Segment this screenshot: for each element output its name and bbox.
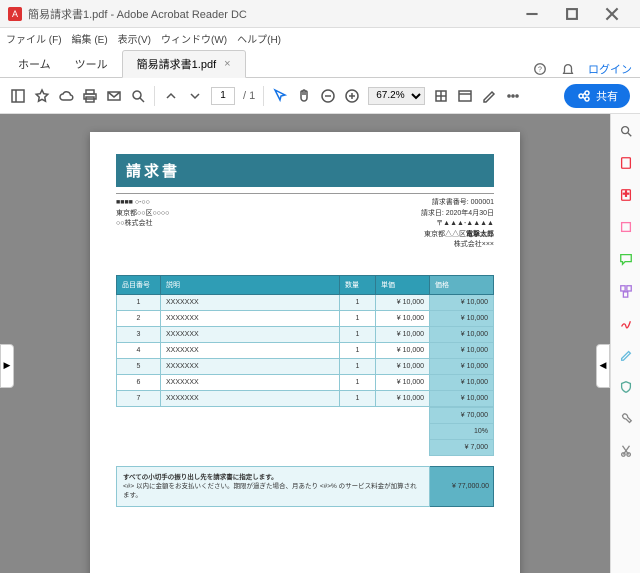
hand-icon[interactable] [296,88,312,104]
doc-note: すべての小切手の振り出し先を請求書に指定します。 <#> 以内に金額をお支払いく… [116,466,494,507]
fit-width-icon[interactable] [433,88,449,104]
panel-expand-left[interactable]: ▶ [0,344,14,388]
note-body: <#> 以内に金額をお支払いください。期限が過ぎた場合、月あたり <#>% のサ… [123,482,423,500]
print-icon[interactable] [82,88,98,104]
read-mode-icon[interactable] [457,88,473,104]
share-button[interactable]: 共有 [564,84,630,108]
menu-edit[interactable]: 編集 (E) [72,31,108,46]
menu-window[interactable]: ウィンドウ(W) [161,31,227,46]
app-icon: A [8,7,22,21]
star-icon[interactable] [34,88,50,104]
to-line: 請求書番号: 000001 [421,198,494,209]
maximize-button[interactable] [552,0,592,28]
zoom-in-icon[interactable] [344,88,360,104]
menu-file[interactable]: ファイル (F) [6,31,62,46]
tab-active-label: 簡易請求書1.pdf [137,56,216,72]
panel-expand-right[interactable]: ◀ [596,344,610,388]
to-line: 請求日: 2020年4月30日 [421,209,494,220]
menu-view[interactable]: 表示(V) [118,31,151,46]
to-line: 〒▲▲▲-▲▲▲▲ [421,219,494,230]
window-title: 簡易請求書1.pdf - Adobe Acrobat Reader DC [28,6,512,22]
pointer-icon[interactable] [272,88,288,104]
share-label: 共有 [596,88,618,104]
table-row: 5XXXXXXX1¥ 10,000¥ 10,000 [117,358,494,374]
menu-help[interactable]: ヘルプ(H) [237,31,281,46]
table-row: 7XXXXXXX1¥ 10,000¥ 10,000 [117,390,494,406]
tab-bar: ホーム ツール 簡易請求書1.pdf × ? ログイン [0,48,640,78]
col-header: 数量 [340,275,376,294]
table-row: 4XXXXXXX1¥ 10,000¥ 10,000 [117,342,494,358]
note-title: すべての小切手の振り出し先を請求書に指定します。 [123,473,423,482]
minimize-button[interactable] [512,0,552,28]
annotate-icon[interactable] [481,88,497,104]
zoom-select[interactable]: 67.2% [368,87,425,105]
search-icon[interactable] [130,88,146,104]
tab-home[interactable]: ホーム [8,51,61,77]
sidebar-icon[interactable] [10,88,26,104]
zoom-out-icon[interactable] [320,88,336,104]
rail-edit-pdf-icon[interactable] [617,218,635,236]
doc-stamp: 電撃太郎 [466,230,494,241]
table-row: 3XXXXXXX1¥ 10,000¥ 10,000 [117,326,494,342]
right-rail [610,114,640,573]
tab-tools[interactable]: ツール [65,51,118,77]
table-row: 2XXXXXXX1¥ 10,000¥ 10,000 [117,310,494,326]
col-header: 単価 [376,275,430,294]
rail-organize-icon[interactable] [617,282,635,300]
bell-icon[interactable] [560,61,576,77]
more-icon[interactable] [505,88,521,104]
tab-active-file[interactable]: 簡易請求書1.pdf × [122,50,246,78]
from-line: 東京都○○区○○○○ [116,209,169,220]
col-header: 説明 [161,275,340,294]
totals-table: ¥ 70,000 10% ¥ 7,000 [116,407,494,456]
login-link[interactable]: ログイン [588,61,632,77]
document-canvas[interactable]: 請求書 ■■■■ ○-○○東京都○○区○○○○○○株式会社 請求書番号: 000… [0,114,610,573]
page-up-icon[interactable] [163,88,179,104]
help-icon[interactable]: ? [532,61,548,77]
doc-title: 請求書 [116,154,494,187]
svg-text:?: ? [538,67,542,74]
from-line: ○○株式会社 [116,219,169,230]
rail-search-icon[interactable] [617,122,635,140]
page-number-input[interactable] [211,87,235,105]
mail-icon[interactable] [106,88,122,104]
document-page: 請求書 ■■■■ ○-○○東京都○○区○○○○○○株式会社 請求書番号: 000… [90,132,520,573]
page-total: / 1 [243,90,255,102]
rail-comment-icon[interactable] [617,250,635,268]
window-titlebar: A 簡易請求書1.pdf - Adobe Acrobat Reader DC [0,0,640,28]
to-line: 株式会社××× [421,240,494,251]
page-down-icon[interactable] [187,88,203,104]
rail-cut-icon[interactable] [617,442,635,460]
invoice-table: 品目番号説明数量単価価格 1XXXXXXX1¥ 10,000¥ 10,0002X… [116,275,494,407]
col-header: 品目番号 [117,275,161,294]
from-line: ■■■■ ○-○○ [116,198,169,209]
cloud-icon[interactable] [58,88,74,104]
tab-close-icon[interactable]: × [224,58,230,70]
doc-meta: ■■■■ ○-○○東京都○○区○○○○○○株式会社 請求書番号: 000001請… [116,193,494,251]
rail-sign-icon[interactable] [617,314,635,332]
close-button[interactable] [592,0,632,28]
rail-fill-icon[interactable] [617,346,635,364]
toolbar: / 1 67.2% 共有 [0,78,640,114]
rail-more-tools-icon[interactable] [617,410,635,428]
table-row: 6XXXXXXX1¥ 10,000¥ 10,000 [117,374,494,390]
col-header: 価格 [430,275,494,294]
rail-protect-icon[interactable] [617,378,635,396]
menu-bar: ファイル (F) 編集 (E) 表示(V) ウィンドウ(W) ヘルプ(H) [0,28,640,48]
rail-export-pdf-icon[interactable] [617,154,635,172]
table-row: 1XXXXXXX1¥ 10,000¥ 10,000 [117,294,494,310]
rail-create-pdf-icon[interactable] [617,186,635,204]
main-area: ▶ ◀ 請求書 ■■■■ ○-○○東京都○○区○○○○○○株式会社 請求書番号:… [0,114,640,573]
grand-total: ¥ 77,000.00 [430,466,494,507]
